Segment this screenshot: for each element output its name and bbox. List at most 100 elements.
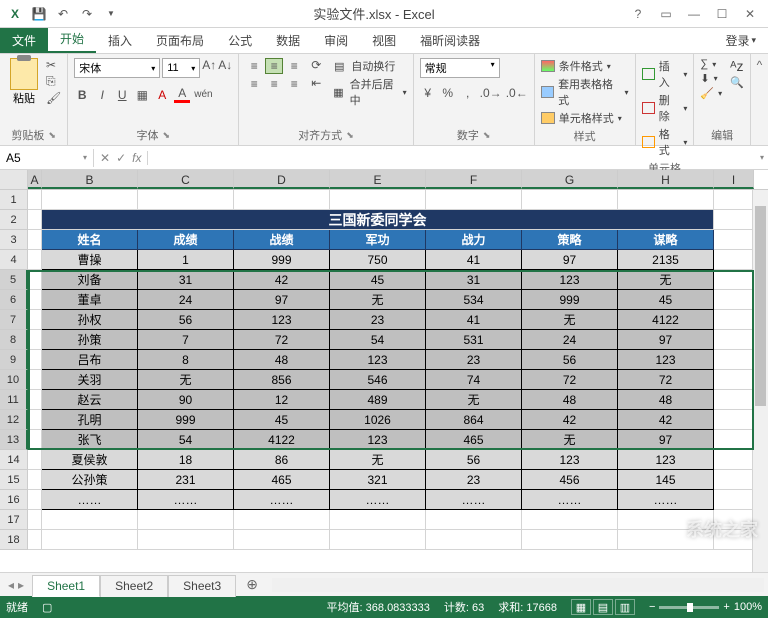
italic-icon[interactable]: I [94, 88, 110, 102]
cell[interactable] [28, 210, 42, 230]
row-header-3[interactable]: 3 [0, 230, 28, 250]
col-header-I[interactable]: I [714, 170, 754, 189]
row-header-18[interactable]: 18 [0, 530, 28, 550]
insert-cells-button[interactable]: 插入▾ [642, 58, 688, 90]
table-cell[interactable]: 56 [426, 450, 522, 470]
row-header-9[interactable]: 9 [0, 350, 28, 370]
table-cell[interactable]: 531 [426, 330, 522, 350]
table-header[interactable]: 战力 [426, 230, 522, 250]
expand-formula-icon[interactable]: ▾ [756, 153, 768, 162]
table-cell[interactable]: 48 [618, 390, 714, 410]
name-box[interactable]: A5▾ [0, 149, 94, 167]
font-color-icon[interactable]: A [174, 86, 190, 103]
cell[interactable] [714, 370, 754, 390]
cell[interactable] [138, 530, 234, 550]
table-header[interactable]: 成绩 [138, 230, 234, 250]
minimize-icon[interactable]: — [682, 4, 706, 24]
currency-icon[interactable]: ¥ [420, 86, 436, 100]
table-cell[interactable]: 97 [618, 330, 714, 350]
format-cells-button[interactable]: 格式▾ [642, 126, 688, 158]
table-cell[interactable]: …… [330, 490, 426, 510]
vertical-scrollbar[interactable] [752, 190, 768, 572]
table-cell[interactable]: 489 [330, 390, 426, 410]
table-cell[interactable]: 86 [234, 450, 330, 470]
cell[interactable] [28, 190, 42, 210]
table-cell[interactable]: 41 [426, 310, 522, 330]
conditional-format-button[interactable]: 条件格式▾ [541, 58, 629, 74]
cell[interactable] [330, 510, 426, 530]
number-launcher-icon[interactable]: ⬊ [483, 130, 491, 141]
row-header-6[interactable]: 6 [0, 290, 28, 310]
row-header-16[interactable]: 16 [0, 490, 28, 510]
table-cell[interactable]: 97 [234, 290, 330, 310]
table-cell[interactable]: 56 [522, 350, 618, 370]
table-cell[interactable]: 孔明 [42, 410, 138, 430]
table-cell[interactable]: 42 [618, 410, 714, 430]
col-header-H[interactable]: H [618, 170, 714, 189]
shrink-font-icon[interactable]: A↓ [218, 58, 232, 78]
cell[interactable] [618, 510, 714, 530]
tab-foxit[interactable]: 福昕阅读器 [408, 28, 492, 53]
phonetic-icon[interactable]: wén [194, 89, 212, 100]
table-cell[interactable]: 4122 [618, 310, 714, 330]
row-header-5[interactable]: 5 [0, 270, 28, 290]
table-cell[interactable]: 546 [330, 370, 426, 390]
table-cell[interactable]: 45 [330, 270, 426, 290]
col-header-F[interactable]: F [426, 170, 522, 189]
row-header-1[interactable]: 1 [0, 190, 28, 210]
ribbon-display-icon[interactable]: ▭ [654, 4, 678, 24]
table-cell[interactable]: 无 [330, 290, 426, 310]
collapse-ribbon-icon[interactable]: ^ [751, 54, 768, 145]
table-cell[interactable]: 321 [330, 470, 426, 490]
table-cell[interactable]: 18 [138, 450, 234, 470]
cell[interactable] [42, 510, 138, 530]
cell[interactable] [618, 190, 714, 210]
cell[interactable] [28, 310, 42, 330]
table-cell[interactable]: 23 [426, 470, 522, 490]
indent-decrease-icon[interactable]: ⇤ [311, 76, 321, 90]
redo-icon[interactable]: ↷ [76, 3, 98, 25]
select-all-cell[interactable] [0, 170, 28, 189]
zoom-in-icon[interactable]: + [723, 601, 729, 613]
fill-color-icon[interactable]: A [154, 88, 170, 102]
table-header[interactable]: 军功 [330, 230, 426, 250]
table-cell[interactable]: 48 [234, 350, 330, 370]
qat-dropdown-icon[interactable]: ▼ [100, 3, 122, 25]
row-header-17[interactable]: 17 [0, 510, 28, 530]
align-right-icon[interactable]: ≡ [285, 76, 303, 92]
table-cell[interactable]: 465 [234, 470, 330, 490]
sheet-nav-prev-icon[interactable]: ◂ [8, 578, 14, 592]
zoom-slider[interactable] [659, 606, 719, 609]
align-top-icon[interactable]: ≡ [245, 58, 263, 74]
sheet-tab-sheet3[interactable]: Sheet3 [168, 575, 236, 597]
table-cell[interactable]: …… [426, 490, 522, 510]
sheet-tab-sheet1[interactable]: Sheet1 [32, 575, 100, 597]
cell[interactable] [714, 450, 754, 470]
clear-button[interactable]: 🧹▾ [700, 87, 722, 100]
table-cell[interactable]: 42 [522, 410, 618, 430]
cell[interactable] [28, 470, 42, 490]
font-size-combo[interactable]: 11▾ [162, 58, 200, 78]
table-header[interactable]: 战绩 [234, 230, 330, 250]
cell[interactable] [522, 190, 618, 210]
percent-icon[interactable]: % [440, 86, 456, 100]
align-launcher-icon[interactable]: ⬊ [346, 130, 354, 141]
cell[interactable] [330, 530, 426, 550]
cell[interactable] [28, 250, 42, 270]
table-cell[interactable]: 72 [522, 370, 618, 390]
cell[interactable] [28, 270, 42, 290]
cell[interactable] [234, 530, 330, 550]
table-cell[interactable]: 45 [618, 290, 714, 310]
zoom-out-icon[interactable]: − [649, 601, 655, 613]
tab-file[interactable]: 文件 [0, 28, 48, 53]
table-cell[interactable]: …… [138, 490, 234, 510]
table-cell[interactable]: 45 [234, 410, 330, 430]
bold-icon[interactable]: B [74, 88, 90, 102]
delete-cells-button[interactable]: 删除▾ [642, 92, 688, 124]
cell[interactable] [714, 510, 754, 530]
maximize-icon[interactable]: ☐ [710, 4, 734, 24]
cell[interactable] [28, 410, 42, 430]
table-cell[interactable]: 72 [618, 370, 714, 390]
table-cell[interactable]: 145 [618, 470, 714, 490]
col-header-B[interactable]: B [42, 170, 138, 189]
